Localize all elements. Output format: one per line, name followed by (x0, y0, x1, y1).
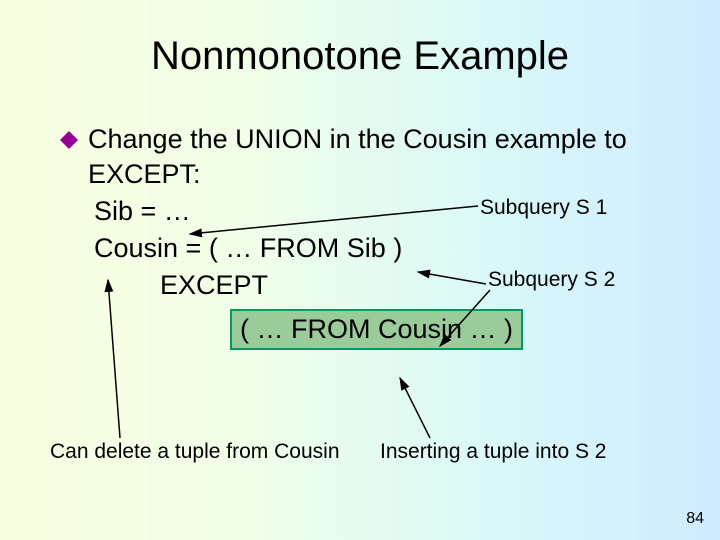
label-subquery-s2: Subquery S 2 (488, 268, 615, 292)
boxed-row: ( … FROM Cousin … ) (60, 309, 660, 350)
page-number: 84 (686, 510, 704, 528)
caption-insert: Inserting a tuple into S 2 (380, 440, 606, 464)
caption-delete: Can delete a tuple from Cousin (50, 440, 340, 464)
diamond-bullet-icon (60, 122, 78, 140)
slide: Nonmonotone Example Change the UNION in … (0, 0, 720, 540)
boxed-subquery: ( … FROM Cousin … ) (230, 309, 523, 350)
bullet-text: Change the UNION in the Cousin example t… (88, 122, 660, 192)
content-block: Change the UNION in the Cousin example t… (60, 122, 660, 350)
slide-title: Nonmonotone Example (0, 34, 720, 79)
code-line-cousin: Cousin = ( … FROM Sib ) (60, 231, 660, 266)
bullet-row: Change the UNION in the Cousin example t… (60, 122, 660, 192)
label-subquery-s1: Subquery S 1 (480, 196, 607, 220)
